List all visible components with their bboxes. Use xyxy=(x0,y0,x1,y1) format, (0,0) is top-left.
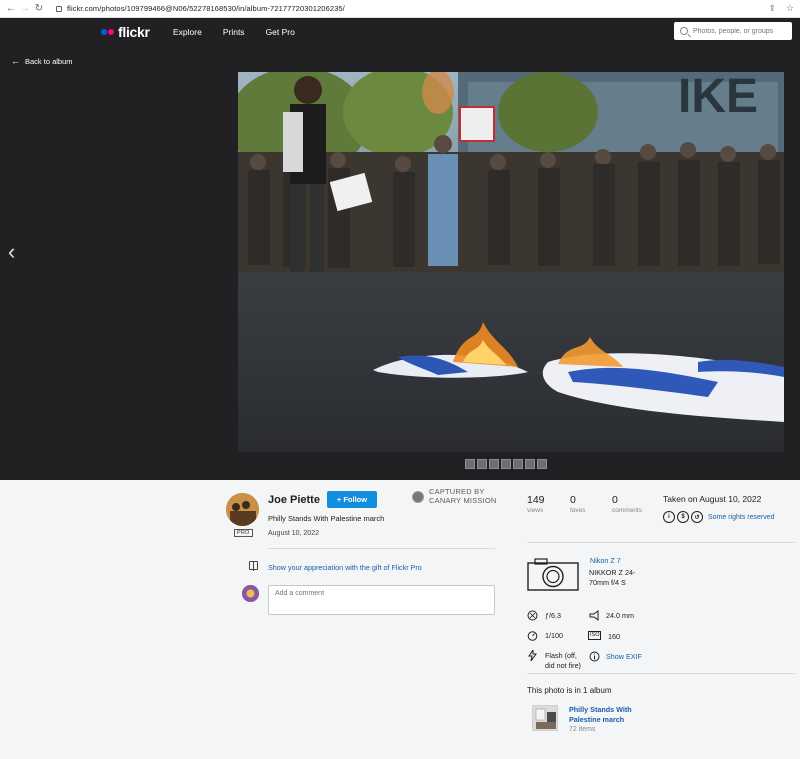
album-thumbnail[interactable] xyxy=(532,705,558,731)
taken-date[interactable]: Taken on August 10, 2022 xyxy=(663,494,761,504)
share-icon[interactable]: ⇪ xyxy=(768,3,776,14)
svg-text:IKE: IKE xyxy=(678,72,758,123)
info-icon xyxy=(589,651,600,662)
iso-value: 160 xyxy=(608,632,620,641)
watermark-text: CAPTURED BY CANARY MISSION xyxy=(429,487,497,505)
cc-attribution-icon[interactable]: i xyxy=(663,511,675,523)
search-box xyxy=(674,22,792,40)
faves-label: faves xyxy=(570,507,586,514)
stat-views: 149 views xyxy=(527,494,545,514)
browser-toolbar: ← → ↻ flickr.com/photos/109799466@N06/52… xyxy=(0,0,800,18)
filmstrip-thumb[interactable] xyxy=(513,459,523,469)
filmstrip-thumb[interactable] xyxy=(489,459,499,469)
album-title-link[interactable]: Philly Stands With Palestine march xyxy=(569,705,644,725)
nav-get-pro[interactable]: Get Pro xyxy=(266,27,295,37)
owner-avatar[interactable] xyxy=(226,493,259,526)
back-to-album-link[interactable]: ← Back to album xyxy=(11,56,73,66)
comments-label: comments xyxy=(612,507,642,514)
previous-photo-chevron-icon[interactable]: ‹ xyxy=(8,239,15,265)
album-heading: This photo is in 1 album xyxy=(527,686,612,695)
arrow-left-icon: ← xyxy=(11,56,20,66)
photo-stage: ← Back to album ‹ IKE xyxy=(0,46,800,480)
camera-model-link[interactable]: Nikon Z 7 xyxy=(590,556,621,565)
logo-blue-dot-icon xyxy=(101,29,107,35)
lock-icon xyxy=(56,5,62,12)
logo-pink-dot-icon xyxy=(108,29,114,35)
filmstrip-thumb[interactable] xyxy=(465,459,475,469)
canary-seal-icon xyxy=(412,490,424,503)
some-rights-reserved-link[interactable]: Some rights reserved xyxy=(708,514,775,521)
cc-sharealike-icon[interactable]: ↺ xyxy=(691,511,703,523)
flash-icon xyxy=(528,650,537,661)
aperture-icon xyxy=(527,610,538,621)
main-photo[interactable]: IKE xyxy=(238,72,784,452)
filmstrip-thumb[interactable] xyxy=(477,459,487,469)
browser-back-icon[interactable]: ← xyxy=(4,3,18,14)
pro-badge: PRO xyxy=(234,529,253,537)
stat-faves: 0 faves xyxy=(570,494,586,514)
address-bar[interactable]: flickr.com/photos/109799466@N06/52278168… xyxy=(67,4,345,13)
iso-icon: ISO xyxy=(588,631,602,640)
nav-prints[interactable]: Prints xyxy=(223,27,245,37)
aperture-value: ƒ/6.3 xyxy=(545,611,561,620)
shutter-speed-icon xyxy=(527,631,538,641)
album-thumbnail-image xyxy=(533,706,557,730)
commenter-avatar xyxy=(242,585,259,602)
owner-avatar-image xyxy=(226,493,259,526)
views-count: 149 xyxy=(527,494,545,506)
comment-input[interactable] xyxy=(268,585,495,615)
watermark-line2: CANARY MISSION xyxy=(429,495,497,505)
search-icon[interactable] xyxy=(680,27,688,35)
comments-count: 0 xyxy=(612,494,618,506)
focal-length-icon xyxy=(589,610,599,621)
flash-value: Flash (off, did not fire) xyxy=(545,651,581,670)
faves-count: 0 xyxy=(570,494,576,506)
filmstrip xyxy=(465,459,547,469)
show-exif-link[interactable]: Show EXIF xyxy=(606,652,642,661)
views-label: views xyxy=(527,507,544,514)
search-input[interactable] xyxy=(693,27,788,35)
site-header: flickr Explore Prints Get Pro xyxy=(0,18,800,46)
nav-explore[interactable]: Explore xyxy=(173,27,202,37)
filmstrip-thumb[interactable] xyxy=(525,459,535,469)
photo-title: Philly Stands With Palestine march xyxy=(268,514,385,523)
photo-illustration: IKE xyxy=(238,72,784,452)
filmstrip-thumb[interactable] xyxy=(501,459,511,469)
bookmark-star-icon[interactable]: ☆ xyxy=(786,3,794,14)
camera-icon xyxy=(527,558,579,591)
license-icons: i $ ↺ xyxy=(663,511,703,523)
flickr-logo[interactable]: flickr xyxy=(101,24,150,40)
gift-pro-link[interactable]: Show your appreciation with the gift of … xyxy=(268,563,422,572)
commenter-avatar-image xyxy=(242,585,259,602)
cc-noncommercial-icon[interactable]: $ xyxy=(677,511,689,523)
logo-text: flickr xyxy=(118,24,150,40)
back-to-album-label: Back to album xyxy=(25,56,73,66)
filmstrip-thumb[interactable] xyxy=(537,459,547,469)
divider xyxy=(527,673,795,674)
follow-button[interactable]: + Follow xyxy=(327,491,377,508)
top-nav: Explore Prints Get Pro xyxy=(173,27,316,37)
divider xyxy=(527,542,795,543)
browser-reload-icon[interactable]: ↻ xyxy=(32,3,46,14)
canary-mission-watermark: CAPTURED BY CANARY MISSION xyxy=(412,487,497,505)
photo-date: August 10, 2022 xyxy=(268,530,319,537)
shutter-speed-value: 1/100 xyxy=(545,631,563,640)
album-item-count: 72 items xyxy=(569,726,596,733)
focal-length-value: 24.0 mm xyxy=(606,611,634,620)
browser-forward-icon[interactable]: → xyxy=(18,3,32,14)
gift-icon xyxy=(249,561,258,571)
camera-lens: NIKKOR Z 24-70mm f/4 S xyxy=(589,568,636,587)
stat-comments: 0 comments xyxy=(612,494,642,514)
owner-name[interactable]: Joe Piette xyxy=(268,494,320,506)
divider xyxy=(268,548,495,549)
